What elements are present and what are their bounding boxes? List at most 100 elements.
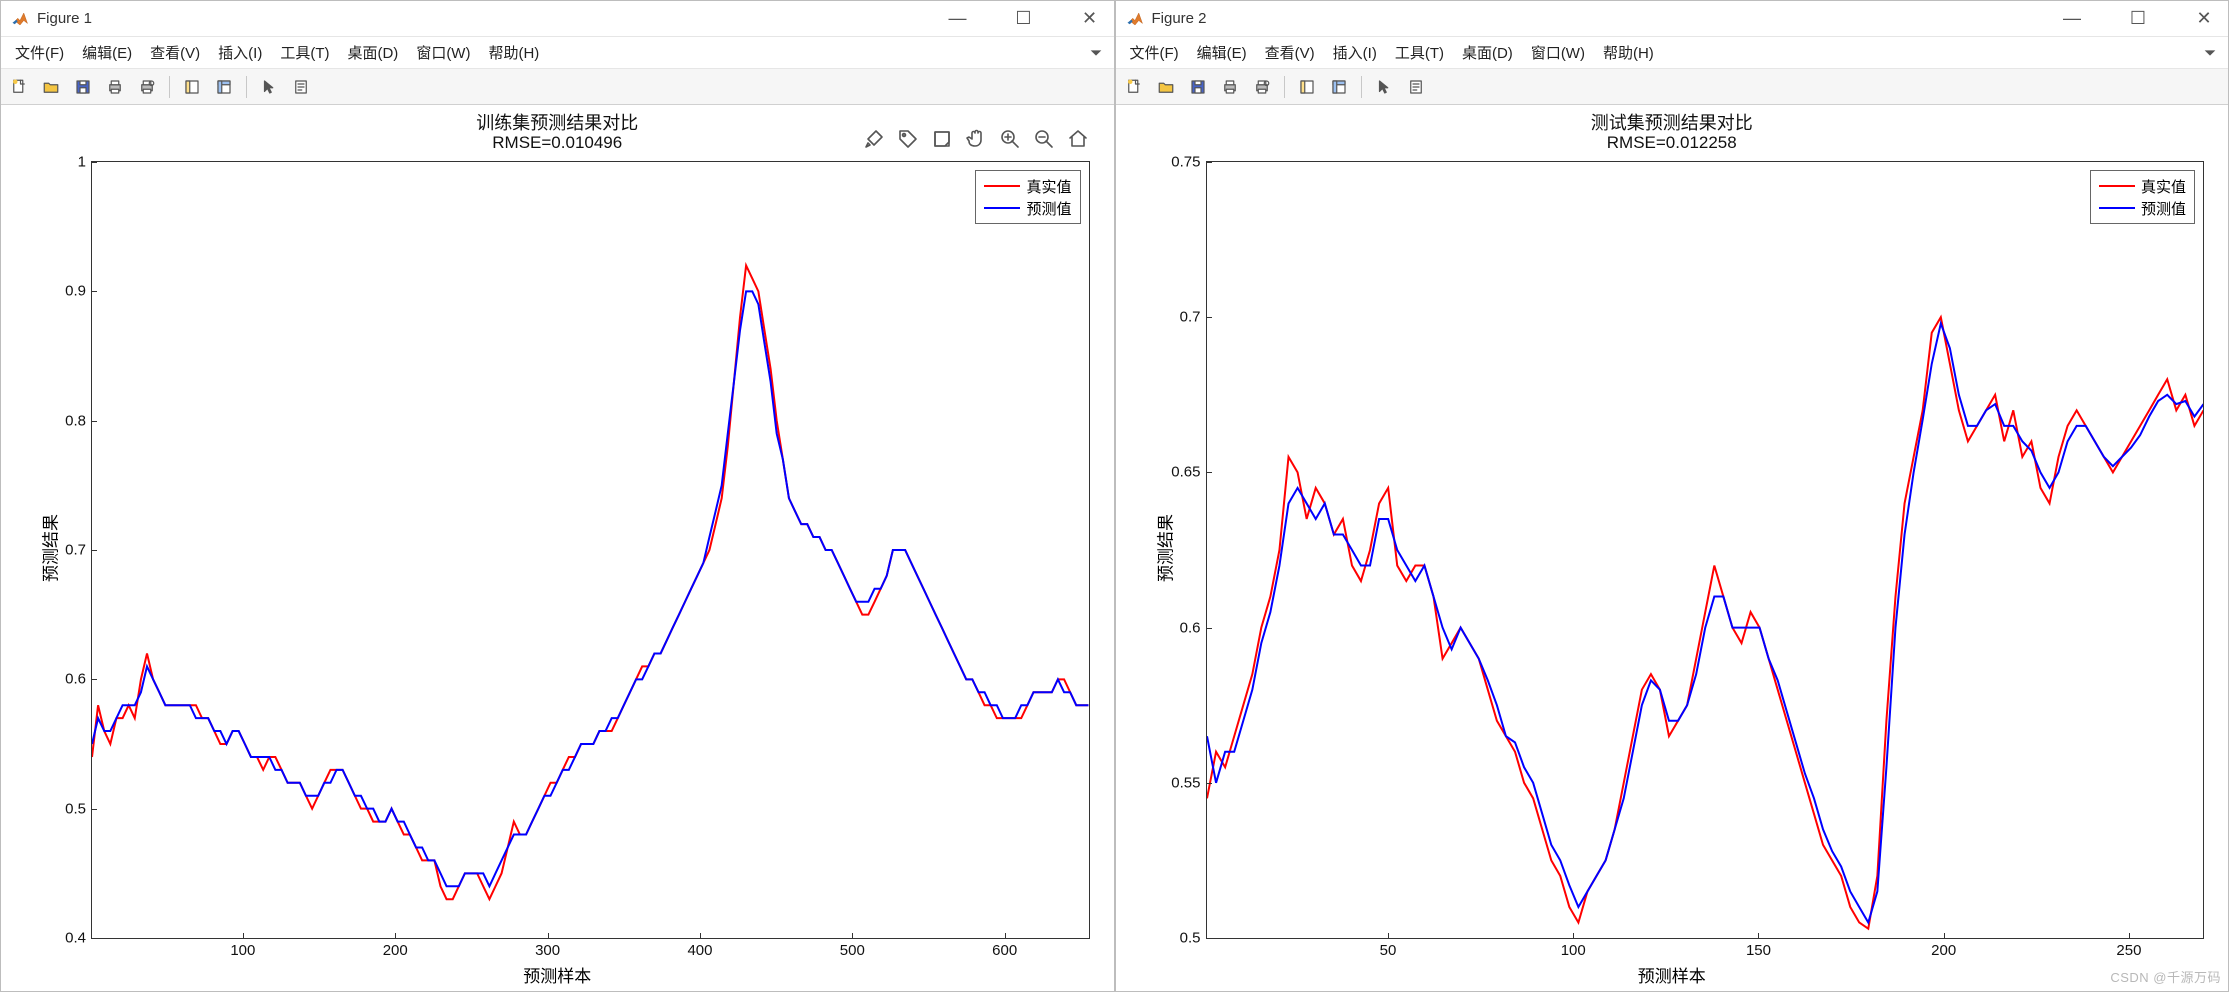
save-icon[interactable] bbox=[69, 73, 97, 101]
legend-swatch bbox=[2099, 185, 2135, 187]
menu-tools[interactable]: 工具(T) bbox=[1387, 40, 1452, 65]
minimize-button[interactable]: — bbox=[2058, 8, 2086, 29]
x-tick-label: 400 bbox=[687, 942, 712, 959]
print-preview-icon[interactable] bbox=[1248, 73, 1276, 101]
datatip-icon[interactable] bbox=[896, 127, 920, 151]
restore-view-icon[interactable] bbox=[1066, 127, 1090, 151]
menu-desktop[interactable]: 桌面(D) bbox=[1454, 40, 1521, 65]
plot-area: 测试集预测结果对比RMSE=0.012258预测结果预测样本真实值预测值0.50… bbox=[1116, 105, 2229, 991]
print-icon[interactable] bbox=[101, 73, 129, 101]
maximize-button[interactable]: ☐ bbox=[1010, 8, 1038, 29]
menu-insert[interactable]: 插入(I) bbox=[1325, 40, 1385, 65]
x-axis-label: 预测样本 bbox=[1116, 962, 2229, 987]
y-tick-label: 0.55 bbox=[1171, 774, 1200, 791]
pointer-icon[interactable] bbox=[255, 73, 283, 101]
close-button[interactable]: ✕ bbox=[1076, 8, 1104, 29]
x-tick-label: 200 bbox=[1931, 942, 1956, 959]
zoom-out-icon[interactable] bbox=[1032, 127, 1056, 151]
menu-view[interactable]: 查看(V) bbox=[142, 40, 208, 65]
titlebar: Figure 1 — ☐ ✕ bbox=[1, 1, 1114, 37]
legend-pred: 预测值 bbox=[984, 197, 1071, 219]
x-tick-label: 200 bbox=[383, 942, 408, 959]
menu-help[interactable]: 帮助(H) bbox=[1595, 40, 1662, 65]
inspector-icon[interactable] bbox=[1402, 73, 1430, 101]
legend-label: 预测值 bbox=[2141, 198, 2186, 219]
menu-view[interactable]: 查看(V) bbox=[1257, 40, 1323, 65]
chart-title: 测试集预测结果对比 bbox=[1116, 109, 2229, 135]
menu-dropdown-icon[interactable] bbox=[1088, 45, 1104, 61]
close-button[interactable]: ✕ bbox=[2190, 8, 2218, 29]
y-tick-label: 0.5 bbox=[1180, 930, 1201, 947]
y-tick-label: 0.6 bbox=[65, 671, 86, 688]
maximize-button[interactable]: ☐ bbox=[2124, 8, 2152, 29]
titlebar: Figure 2 — ☐ ✕ bbox=[1116, 1, 2229, 37]
menu-dropdown-icon[interactable] bbox=[2202, 45, 2218, 61]
menu-help[interactable]: 帮助(H) bbox=[480, 40, 547, 65]
y-axis-label: 预测结果 bbox=[1151, 514, 1176, 582]
axes-toolbar bbox=[862, 127, 1090, 151]
layout-docked-icon[interactable] bbox=[210, 73, 238, 101]
y-axis-label: 预测结果 bbox=[37, 514, 62, 582]
layout-single-icon[interactable] bbox=[178, 73, 206, 101]
inspector-icon[interactable] bbox=[287, 73, 315, 101]
menu-window[interactable]: 窗口(W) bbox=[408, 40, 478, 65]
menu-edit[interactable]: 编辑(E) bbox=[74, 40, 140, 65]
new-file-icon[interactable] bbox=[1120, 73, 1148, 101]
series-line bbox=[1207, 317, 2204, 928]
open-file-icon[interactable] bbox=[37, 73, 65, 101]
window-title: Figure 2 bbox=[1152, 10, 1207, 27]
x-tick-label: 300 bbox=[535, 942, 560, 959]
legend-real: 真实值 bbox=[2099, 175, 2186, 197]
legend-swatch bbox=[984, 185, 1020, 187]
x-tick-label: 100 bbox=[230, 942, 255, 959]
figure-window-2: Figure 2 — ☐ ✕ 文件(F)编辑(E)查看(V)插入(I)工具(T)桌面(D… bbox=[1115, 0, 2229, 992]
zoom-in-icon[interactable] bbox=[998, 127, 1022, 151]
save-icon[interactable] bbox=[1184, 73, 1212, 101]
legend[interactable]: 真实值预测值 bbox=[2090, 170, 2195, 224]
y-tick-label: 0.7 bbox=[65, 542, 86, 559]
menu-desktop[interactable]: 桌面(D) bbox=[339, 40, 406, 65]
open-file-icon[interactable] bbox=[1152, 73, 1180, 101]
print-preview-icon[interactable] bbox=[133, 73, 161, 101]
y-tick-label: 0.5 bbox=[65, 800, 86, 817]
axes[interactable]: 真实值预测值0.50.550.60.650.70.755010015020025… bbox=[1206, 161, 2205, 939]
x-tick-label: 100 bbox=[1561, 942, 1586, 959]
layout-single-icon[interactable] bbox=[1293, 73, 1321, 101]
toolbar bbox=[1, 69, 1114, 105]
new-file-icon[interactable] bbox=[5, 73, 33, 101]
menu-edit[interactable]: 编辑(E) bbox=[1189, 40, 1255, 65]
menu-file[interactable]: 文件(F) bbox=[1122, 40, 1187, 65]
menu-insert[interactable]: 插入(I) bbox=[210, 40, 270, 65]
x-tick-label: 50 bbox=[1380, 942, 1397, 959]
brush-icon[interactable] bbox=[862, 127, 886, 151]
y-tick-label: 0.7 bbox=[1180, 309, 1201, 326]
pointer-icon[interactable] bbox=[1370, 73, 1398, 101]
legend-swatch bbox=[984, 207, 1020, 209]
menu-tools[interactable]: 工具(T) bbox=[272, 40, 337, 65]
legend[interactable]: 真实值预测值 bbox=[975, 170, 1080, 224]
menu-file[interactable]: 文件(F) bbox=[7, 40, 72, 65]
print-icon[interactable] bbox=[1216, 73, 1244, 101]
legend-real: 真实值 bbox=[984, 175, 1071, 197]
series-line bbox=[92, 265, 1089, 899]
x-tick-label: 250 bbox=[2116, 942, 2141, 959]
window-title: Figure 1 bbox=[37, 10, 92, 27]
y-tick-label: 0.6 bbox=[1180, 619, 1201, 636]
plot-area: 训练集预测结果对比RMSE=0.010496预测结果预测样本真实值预测值0.40… bbox=[1, 105, 1114, 991]
x-tick-label: 600 bbox=[992, 942, 1017, 959]
menubar: 文件(F)编辑(E)查看(V)插入(I)工具(T)桌面(D)窗口(W)帮助(H) bbox=[1116, 37, 2229, 69]
menubar: 文件(F)编辑(E)查看(V)插入(I)工具(T)桌面(D)窗口(W)帮助(H) bbox=[1, 37, 1114, 69]
matlab-icon bbox=[1126, 10, 1144, 28]
legend-pred: 预测值 bbox=[2099, 197, 2186, 219]
axes[interactable]: 真实值预测值0.40.50.60.70.80.91100200300400500… bbox=[91, 161, 1090, 939]
y-tick-label: 0.8 bbox=[65, 412, 86, 429]
layout-docked-icon[interactable] bbox=[1325, 73, 1353, 101]
x-tick-label: 500 bbox=[840, 942, 865, 959]
chart-subtitle: RMSE=0.012258 bbox=[1116, 133, 2229, 153]
menu-window[interactable]: 窗口(W) bbox=[1523, 40, 1593, 65]
legend-swatch bbox=[2099, 207, 2135, 209]
legend-label: 预测值 bbox=[1026, 198, 1071, 219]
minimize-button[interactable]: — bbox=[944, 8, 972, 29]
annotate-icon[interactable] bbox=[930, 127, 954, 151]
pan-icon[interactable] bbox=[964, 127, 988, 151]
